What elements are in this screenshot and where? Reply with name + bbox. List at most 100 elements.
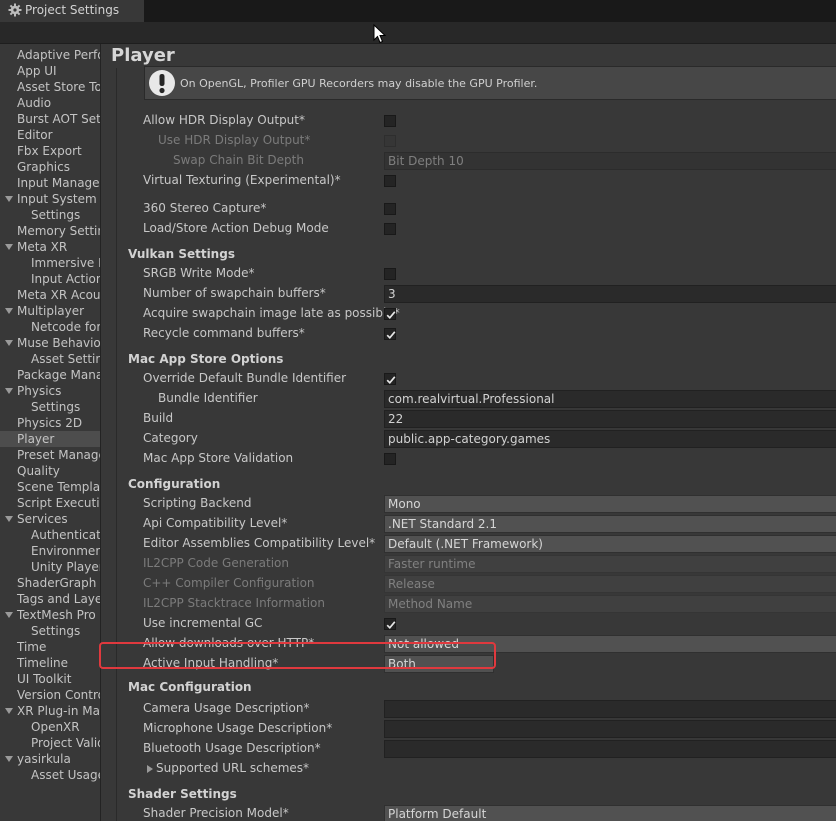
sidebar-item[interactable]: Adaptive Performance [0, 47, 100, 63]
sidebar-item-label: Unity Player Accounts [31, 560, 100, 574]
gear-icon [8, 3, 22, 17]
sidebar-item[interactable]: Package Manager [0, 367, 100, 383]
section-header-vulkan-settings: Vulkan Settings [128, 247, 235, 261]
sidebar-item[interactable]: Asset Store Tools [0, 79, 100, 95]
camera-usage-description-label: Camera Usage Description* [143, 701, 310, 715]
sidebar-item[interactable]: Timeline [0, 655, 100, 671]
sidebar-item[interactable]: Asset Settings [0, 351, 100, 367]
load-store-action-debug-mode-label: Load/Store Action Debug Mode [143, 221, 329, 235]
sidebar-item[interactable]: UI Toolkit [0, 671, 100, 687]
foldout-arrow-icon[interactable] [5, 516, 13, 522]
foldout-arrow-icon[interactable] [5, 612, 13, 618]
sidebar-item[interactable]: Authentication [0, 527, 100, 543]
sidebar-item[interactable]: Multiplayer [0, 303, 100, 319]
sidebar-item[interactable]: Input Actions [0, 271, 100, 287]
sidebar-item[interactable]: Version Control [0, 687, 100, 703]
use-incremental-gc-checkbox[interactable] [384, 618, 396, 630]
virtual-texturing-experimental-label: Virtual Texturing (Experimental)* [143, 173, 341, 187]
mac-app-store-validation-checkbox[interactable] [384, 453, 396, 465]
sidebar-item[interactable]: Script Execution Order [0, 495, 100, 511]
sidebar-item[interactable]: Project Validation [0, 735, 100, 751]
sidebar-item-label: Editor [17, 128, 53, 142]
acquire-swapchain-image-late-as-possible-checkbox[interactable] [384, 308, 396, 320]
sidebar-item-label: Services [17, 512, 68, 526]
camera-usage-description-field[interactable] [384, 700, 836, 718]
foldout-arrow-icon[interactable] [5, 340, 13, 346]
sidebar-item[interactable]: Physics [0, 383, 100, 399]
override-default-bundle-identifier-label: Override Default Bundle Identifier [143, 371, 347, 385]
sidebar-item[interactable]: Input System Package [0, 191, 100, 207]
sidebar-item[interactable]: Time [0, 639, 100, 655]
virtual-texturing-experimental-checkbox[interactable] [384, 175, 396, 187]
override-default-bundle-identifier-checkbox[interactable] [384, 373, 396, 385]
window-title-bar: Project Settings [0, 0, 836, 22]
sidebar-item[interactable]: OpenXR [0, 719, 100, 735]
srgb-write-mode-checkbox[interactable] [384, 268, 396, 280]
sidebar-item[interactable]: Asset Usage Detector [0, 767, 100, 783]
bluetooth-usage-description-field[interactable] [384, 740, 836, 758]
sidebar-item[interactable]: TextMesh Pro [0, 607, 100, 623]
sidebar-item-label: Settings [31, 208, 81, 222]
microphone-usage-description-field[interactable] [384, 720, 836, 738]
il2cpp-code-generation-label: IL2CPP Code Generation [143, 556, 290, 570]
bundle-identifier-field[interactable]: com.realvirtual.Professional [384, 390, 836, 408]
sidebar-item[interactable]: Player [0, 431, 100, 447]
sidebar-item[interactable]: Audio [0, 95, 100, 111]
load-store-action-debug-mode-checkbox[interactable] [384, 223, 396, 235]
sidebar-item-label: Project Validation [31, 736, 100, 750]
sidebar-item[interactable]: Burst AOT Settings [0, 111, 100, 127]
sidebar-item[interactable]: ShaderGraph [0, 575, 100, 591]
sidebar-item-label: OpenXR [31, 720, 80, 734]
sidebar-item[interactable]: XR Plug-in Management [0, 703, 100, 719]
api-compatibility-level-dropdown[interactable]: .NET Standard 2.1 [384, 515, 836, 533]
foldout-arrow-icon[interactable] [5, 708, 13, 714]
sidebar-item[interactable]: Netcode for GameObjects [0, 319, 100, 335]
foldout-arrow-icon[interactable] [5, 388, 13, 394]
foldout-arrow-icon[interactable] [147, 765, 153, 773]
editor-assemblies-compatibility-level-dropdown[interactable]: Default (.NET Framework) [384, 535, 836, 553]
recycle-command-buffers-checkbox[interactable] [384, 328, 396, 340]
sidebar-item[interactable]: Editor [0, 127, 100, 143]
sidebar-item-label: Immersive Debugger [31, 256, 100, 270]
number-of-swapchain-buffers-field[interactable]: 3 [384, 285, 836, 303]
sidebar-item[interactable]: Graphics [0, 159, 100, 175]
c-compiler-configuration-label: C++ Compiler Configuration [143, 576, 315, 590]
sidebar-item[interactable]: Settings [0, 623, 100, 639]
foldout-arrow-icon[interactable] [5, 308, 13, 314]
category-field[interactable]: public.app-category.games [384, 430, 836, 448]
sidebar-item[interactable]: yasirkula [0, 751, 100, 767]
sidebar-item[interactable]: Unity Player Accounts [0, 559, 100, 575]
sidebar-item[interactable]: Fbx Export [0, 143, 100, 159]
allow-hdr-display-output-checkbox[interactable] [384, 115, 396, 127]
sidebar-item[interactable]: Settings [0, 207, 100, 223]
api-compatibility-level-label: Api Compatibility Level* [143, 516, 288, 530]
sidebar-item[interactable]: Memory Settings [0, 223, 100, 239]
sidebar-item[interactable]: App UI [0, 63, 100, 79]
sidebar-item-label: XR Plug-in Management [17, 704, 100, 718]
foldout-arrow-icon[interactable] [5, 196, 13, 202]
foldout-arrow-icon[interactable] [5, 756, 13, 762]
sidebar-item[interactable]: Preset Manager [0, 447, 100, 463]
build-field[interactable]: 22 [384, 410, 836, 428]
sidebar-item[interactable]: Tags and Layers [0, 591, 100, 607]
srgb-write-mode-label: SRGB Write Mode* [143, 266, 255, 280]
sidebar-item[interactable]: Settings [0, 399, 100, 415]
sidebar-item[interactable]: Immersive Debugger [0, 255, 100, 271]
sidebar-item[interactable]: Meta XR Acoustics [0, 287, 100, 303]
sidebar-item[interactable]: Scene Template [0, 479, 100, 495]
scripting-backend-dropdown[interactable]: Mono [384, 495, 836, 513]
sidebar-item[interactable]: Environments [0, 543, 100, 559]
shader-precision-model-dropdown[interactable]: Platform Default [384, 805, 836, 821]
warning-icon [149, 70, 175, 96]
sidebar-item[interactable]: Services [0, 511, 100, 527]
sidebar-item[interactable]: Input Manager [0, 175, 100, 191]
360-stereo-capture-checkbox[interactable] [384, 203, 396, 215]
sidebar-item[interactable]: Muse Behavior [0, 335, 100, 351]
sidebar-item-label: Meta XR Acoustics [17, 288, 100, 302]
foldout-arrow-icon[interactable] [5, 244, 13, 250]
sidebar-item[interactable]: Quality [0, 463, 100, 479]
sidebar-item[interactable]: Meta XR [0, 239, 100, 255]
sidebar-item[interactable]: Physics 2D [0, 415, 100, 431]
project-settings-tab[interactable]: Project Settings [0, 0, 144, 22]
supported-url-schemes-label[interactable]: Supported URL schemes* [156, 761, 309, 775]
